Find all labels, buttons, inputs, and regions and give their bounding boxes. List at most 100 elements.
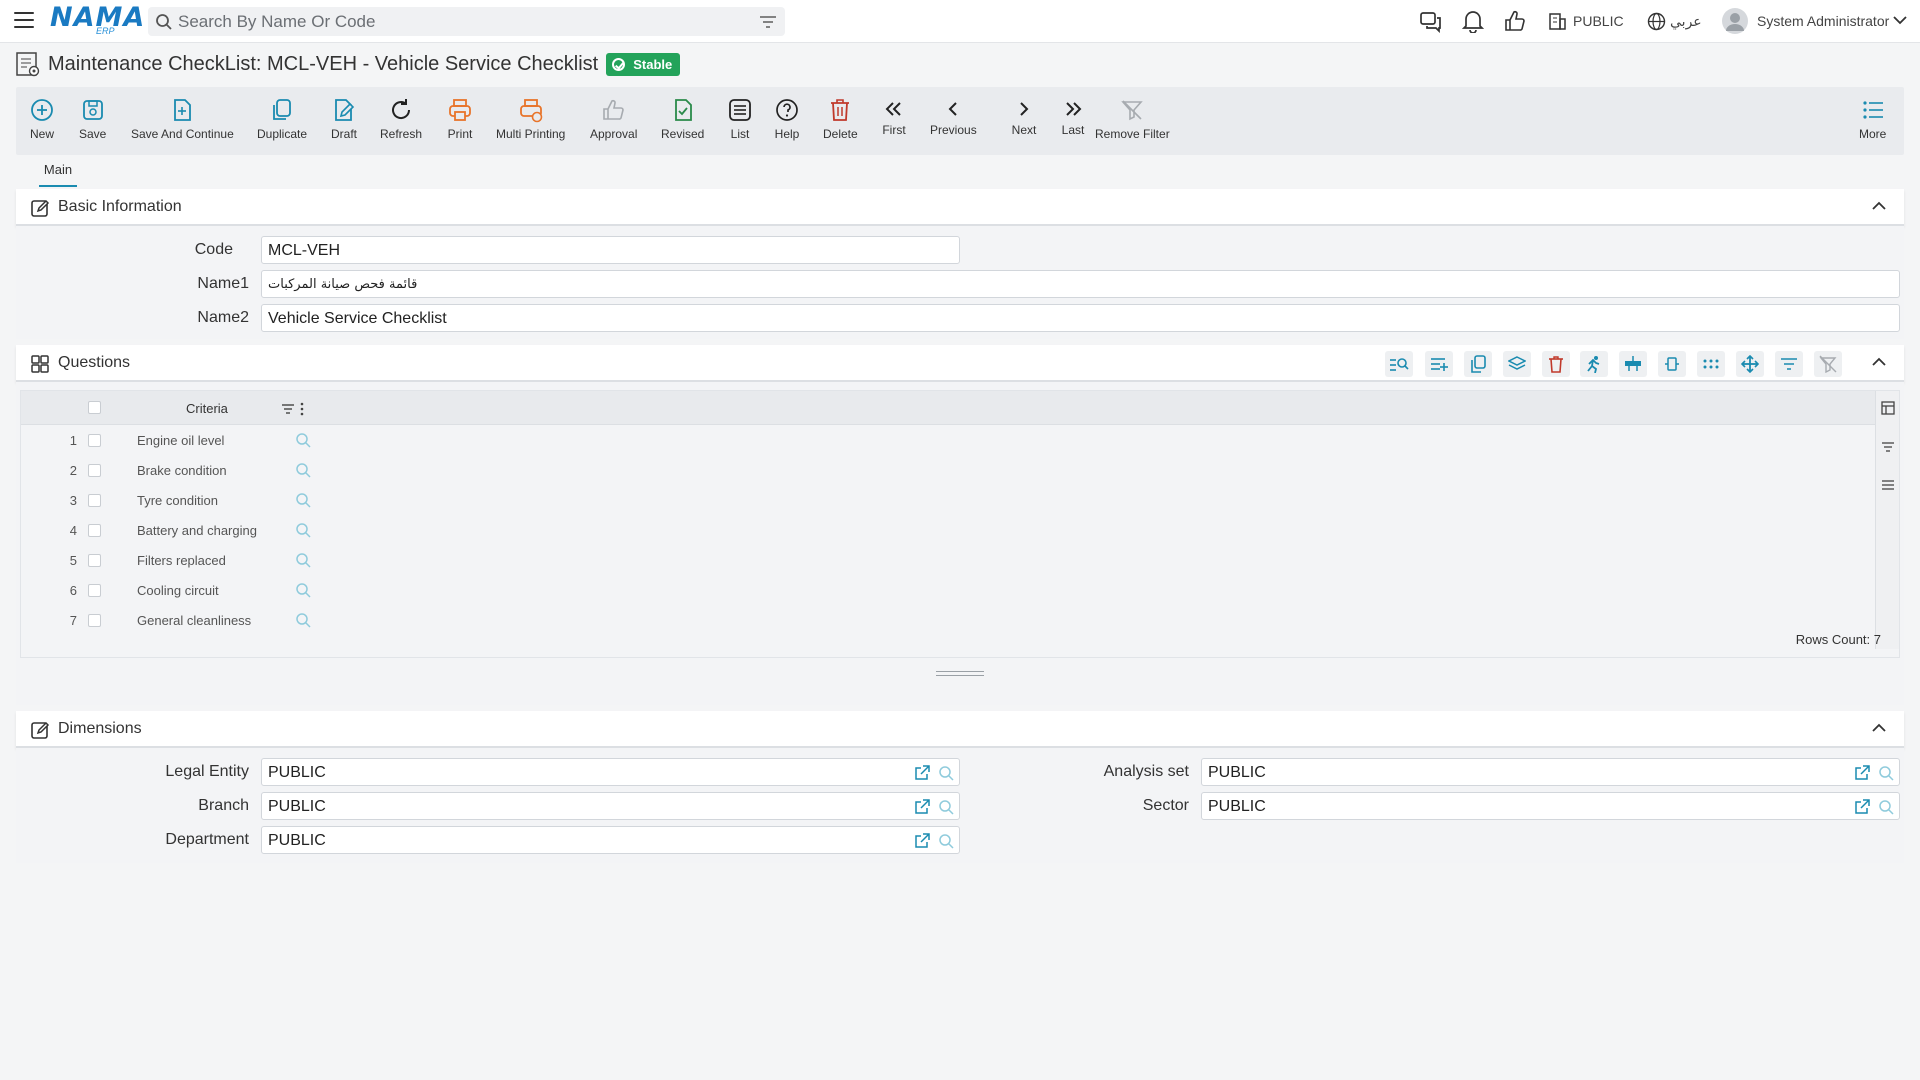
last-button[interactable]: Last (1060, 97, 1086, 137)
search-icon[interactable] (938, 765, 954, 781)
grid-layers-button[interactable] (1503, 351, 1531, 377)
grid-fit-button[interactable] (1658, 351, 1686, 377)
external-link-icon[interactable] (914, 765, 930, 781)
row-checkbox[interactable] (88, 524, 101, 537)
thumbs-up-icon[interactable] (1504, 9, 1526, 33)
name1-field[interactable]: قائمة فحص صيانة المركبات (261, 270, 1900, 298)
revised-button[interactable]: Revised (661, 97, 704, 141)
filter-icon[interactable] (759, 14, 777, 30)
table-row[interactable]: 3 Tyre condition (21, 485, 321, 515)
criteria-cell[interactable]: Filters replaced (137, 553, 226, 568)
user-name[interactable]: System Administrator (1757, 13, 1889, 29)
next-button[interactable]: Next (1011, 97, 1037, 137)
table-row[interactable]: 7 General cleanliness (21, 605, 321, 635)
basic-information-header[interactable]: Basic Information (16, 189, 1904, 226)
grid-dots-button[interactable] (1697, 351, 1725, 377)
criteria-cell[interactable]: Tyre condition (137, 493, 218, 508)
lookup-icon[interactable] (295, 462, 311, 478)
save-button[interactable]: Save (79, 97, 106, 141)
analysis-set-field[interactable]: PUBLIC (1201, 758, 1900, 786)
search-icon[interactable] (938, 833, 954, 849)
table-row[interactable]: 6 Cooling circuit (21, 575, 321, 605)
search-icon[interactable] (938, 799, 954, 815)
grid-delete-button[interactable] (1542, 351, 1570, 377)
grid-remove-filter-button[interactable] (1814, 351, 1842, 377)
column-filter-icon[interactable] (281, 403, 295, 415)
language-switch[interactable]: عربي (1670, 13, 1702, 30)
multi-printing-button[interactable]: Multi Printing (496, 97, 565, 141)
row-checkbox[interactable] (88, 464, 101, 477)
code-field[interactable]: MCL-VEH (261, 236, 960, 264)
grid-search-button[interactable] (1385, 351, 1413, 377)
row-checkbox[interactable] (88, 494, 101, 507)
rows-icon[interactable] (1881, 479, 1895, 491)
external-link-icon[interactable] (1854, 765, 1870, 781)
external-link-icon[interactable] (914, 833, 930, 849)
columns-icon[interactable] (1881, 401, 1895, 415)
table-row[interactable]: 5 Filters replaced (21, 545, 321, 575)
duplicate-button[interactable]: Duplicate (257, 97, 307, 141)
external-link-icon[interactable] (1854, 799, 1870, 815)
criteria-column-header[interactable]: Criteria (186, 401, 228, 416)
save-and-continue-button[interactable]: Save And Continue (131, 97, 234, 141)
remove-filter-button[interactable]: Remove Filter (1095, 97, 1170, 141)
print-button[interactable]: Print (447, 97, 473, 141)
external-link-icon[interactable] (914, 799, 930, 815)
grid-add-rows-button[interactable] (1425, 351, 1453, 377)
questions-header[interactable]: Questions (16, 345, 1904, 382)
grid-copy-button[interactable] (1464, 351, 1492, 377)
refresh-button[interactable]: Refresh (380, 97, 422, 141)
column-menu-icon[interactable] (300, 402, 304, 416)
row-checkbox[interactable] (88, 554, 101, 567)
menu-icon[interactable] (14, 12, 34, 30)
dimensions-header[interactable]: Dimensions (16, 711, 1904, 748)
previous-button[interactable]: Previous (930, 97, 977, 137)
first-button[interactable]: First (881, 97, 907, 137)
chat-icon[interactable] (1419, 9, 1443, 33)
lookup-icon[interactable] (295, 522, 311, 538)
list-button[interactable]: List (727, 97, 753, 141)
table-row[interactable]: 2 Brake condition (21, 455, 321, 485)
tab-main[interactable]: Main (39, 162, 77, 187)
table-row[interactable]: 4 Battery and charging (21, 515, 321, 545)
name2-field[interactable]: Vehicle Service Checklist (261, 304, 1900, 332)
avatar[interactable] (1722, 8, 1748, 34)
grid-run-button[interactable] (1580, 351, 1608, 377)
search-icon[interactable] (1878, 799, 1894, 815)
table-row[interactable]: 1 Engine oil level (21, 425, 321, 455)
select-all-checkbox[interactable] (88, 401, 101, 414)
chevron-up-icon[interactable] (1872, 201, 1886, 211)
bell-icon[interactable] (1462, 9, 1484, 33)
criteria-cell[interactable]: Brake condition (137, 463, 227, 478)
sector-field[interactable]: PUBLIC (1201, 792, 1900, 820)
resize-handle[interactable] (936, 671, 984, 676)
help-button[interactable]: Help (774, 97, 800, 141)
more-button[interactable]: More (1859, 97, 1886, 141)
legal-entity-field[interactable]: PUBLIC (261, 758, 960, 786)
criteria-cell[interactable]: Cooling circuit (137, 583, 219, 598)
criteria-cell[interactable]: Engine oil level (137, 433, 224, 448)
row-checkbox[interactable] (88, 434, 101, 447)
delete-button[interactable]: Delete (823, 97, 858, 141)
criteria-cell[interactable]: Battery and charging (137, 523, 257, 538)
lookup-icon[interactable] (295, 582, 311, 598)
chevron-down-icon[interactable] (1893, 15, 1907, 25)
company-selector[interactable]: PUBLIC (1573, 13, 1624, 29)
department-field[interactable]: PUBLIC (261, 826, 960, 854)
lookup-icon[interactable] (295, 612, 311, 628)
chevron-up-icon[interactable] (1872, 723, 1886, 733)
chevron-up-icon[interactable] (1872, 357, 1886, 367)
draft-button[interactable]: Draft (331, 97, 357, 141)
grid-move-button[interactable] (1736, 351, 1764, 377)
row-checkbox[interactable] (88, 614, 101, 627)
search-input[interactable] (178, 7, 738, 36)
grid-filter-button[interactable] (1775, 351, 1803, 377)
criteria-cell[interactable]: General cleanliness (137, 613, 251, 628)
row-checkbox[interactable] (88, 584, 101, 597)
grid-insert-row-button[interactable] (1619, 351, 1647, 377)
approval-button[interactable]: Approval (590, 97, 637, 141)
new-button[interactable]: New (29, 97, 55, 141)
lookup-icon[interactable] (295, 432, 311, 448)
branch-field[interactable]: PUBLIC (261, 792, 960, 820)
lookup-icon[interactable] (295, 492, 311, 508)
